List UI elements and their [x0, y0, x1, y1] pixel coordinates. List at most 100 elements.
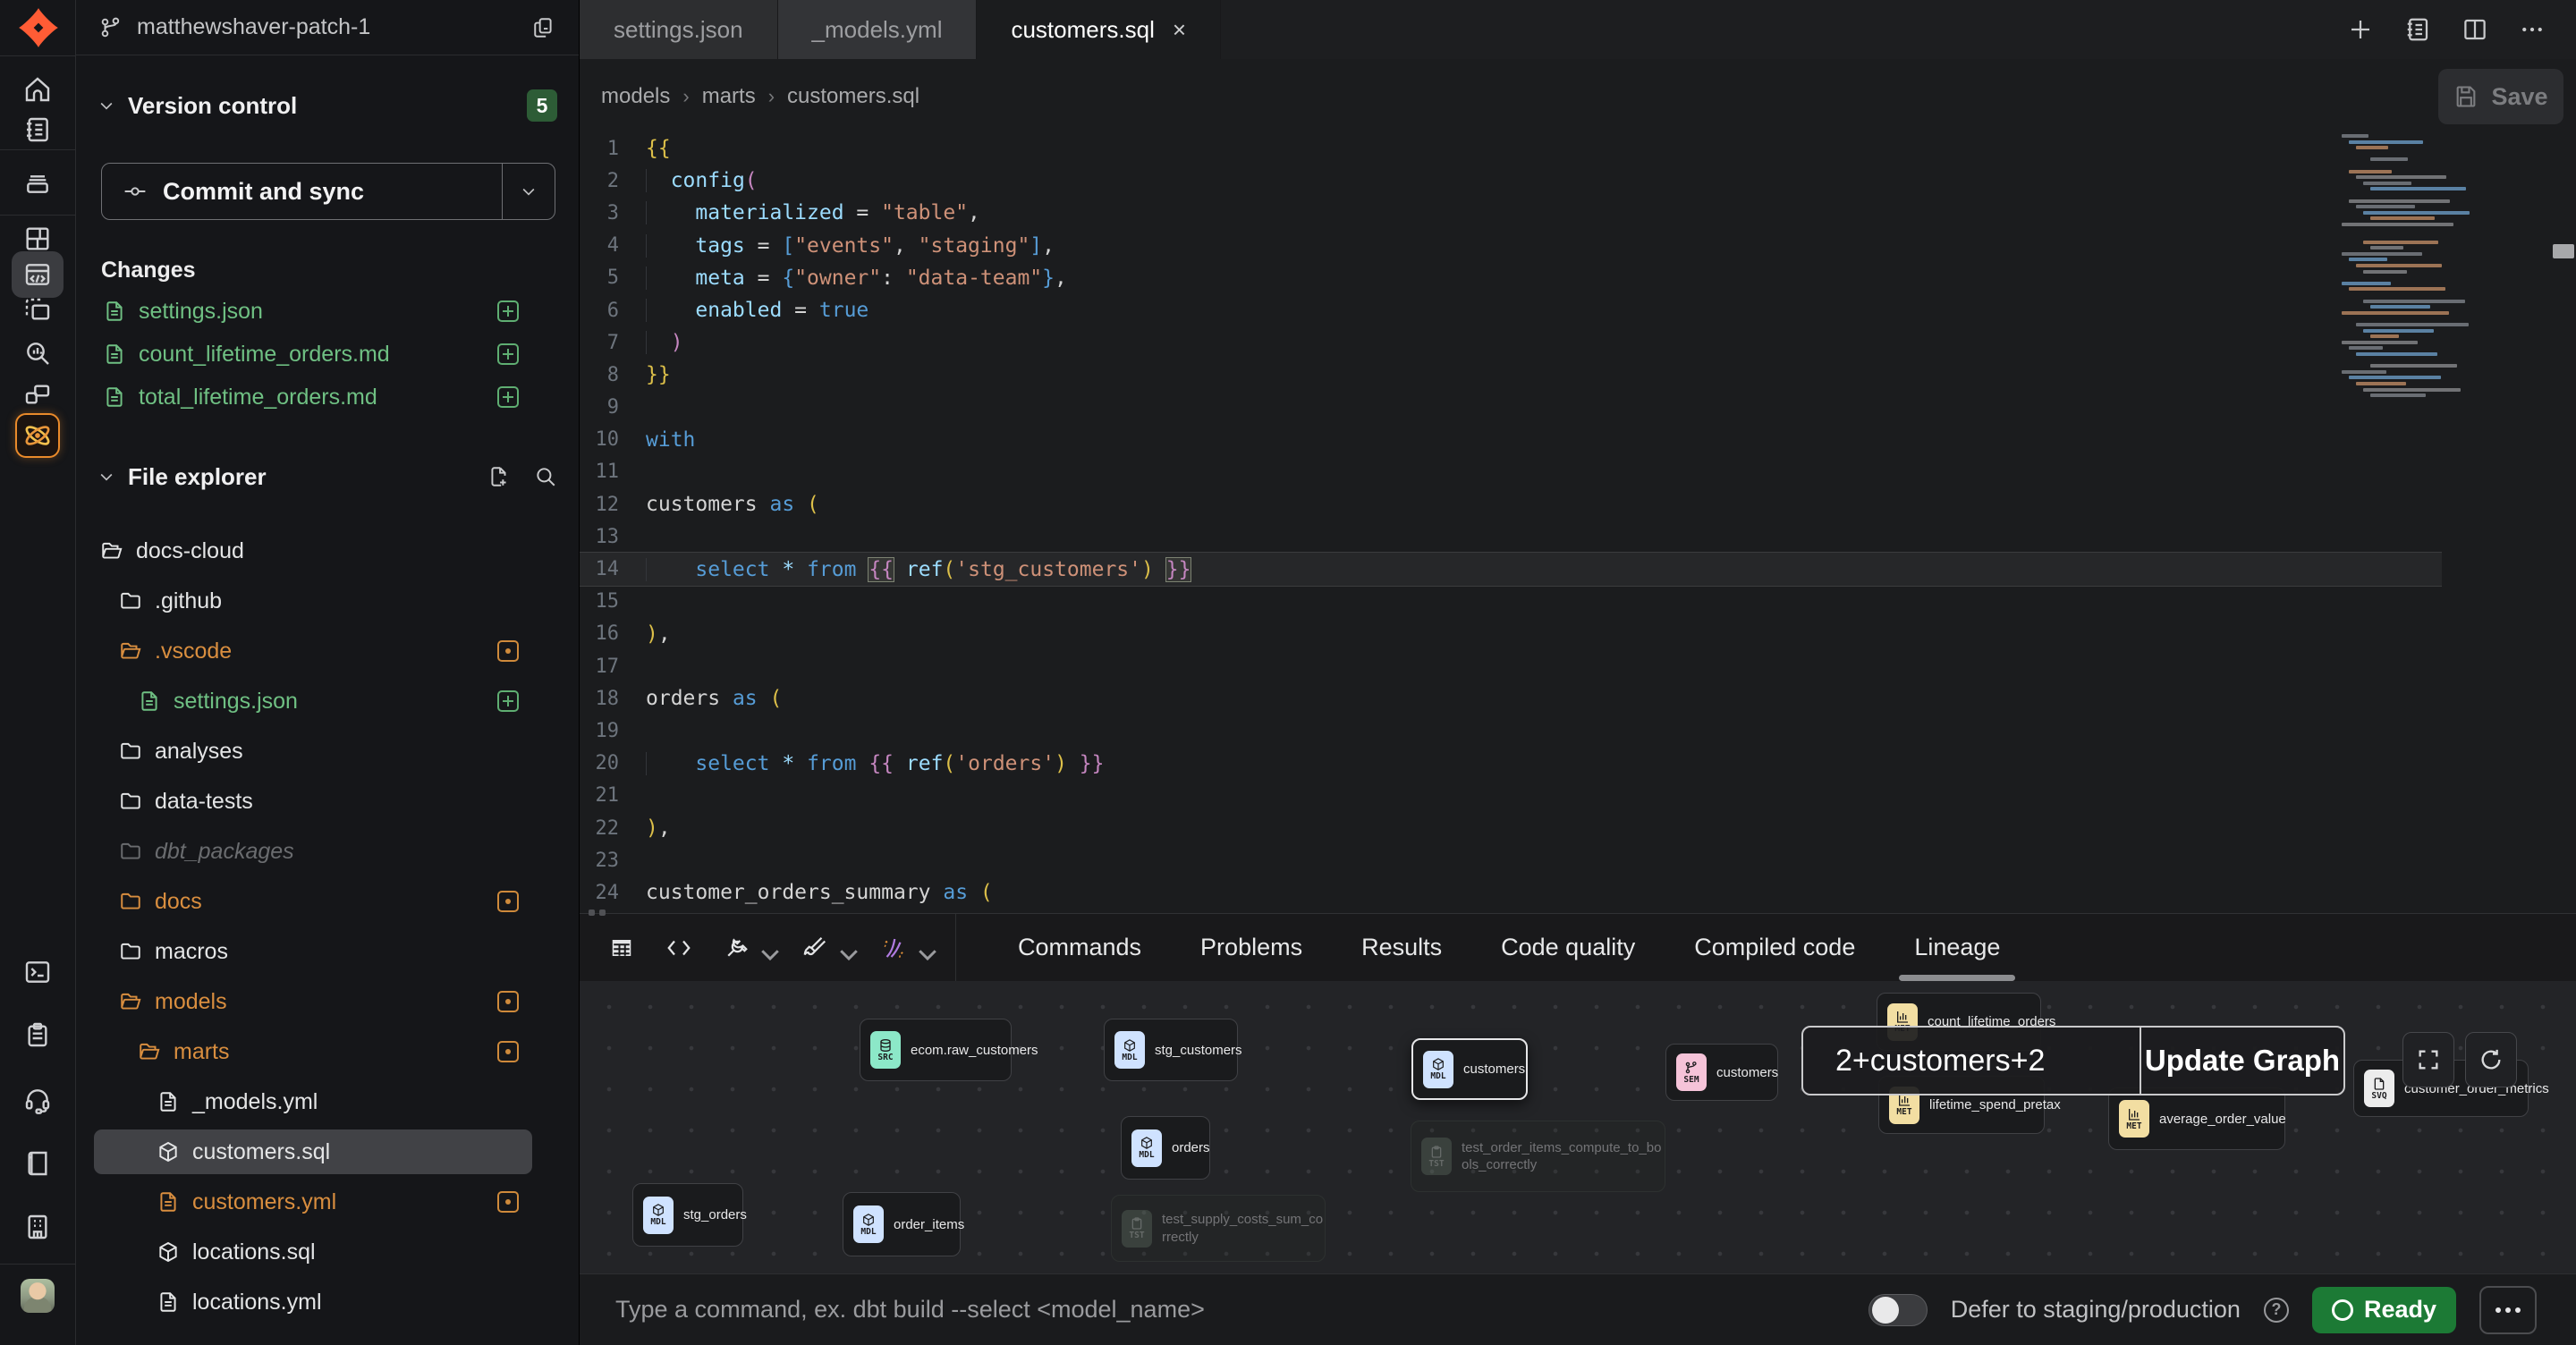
- code-line[interactable]: 14 select * from {{ ref('stg_customers')…: [580, 553, 2442, 585]
- clipboard-icon[interactable]: [23, 1020, 52, 1049]
- code-line[interactable]: 9: [580, 392, 2442, 424]
- code-line[interactable]: 18orders as (: [580, 682, 2442, 715]
- dbt-logo[interactable]: [0, 0, 76, 55]
- lineage-node-test-supply-costs-sum-correctly[interactable]: TSTtest_supply_costs_sum_correctly: [1111, 1195, 1326, 1262]
- lineage-selector-input[interactable]: 2+customers+2: [1803, 1044, 2140, 1079]
- tree-item--models-yml[interactable]: _models.yml: [76, 1077, 579, 1127]
- lineage-node-customers[interactable]: SEMcustomers: [1665, 1044, 1778, 1101]
- command-input[interactable]: Type a command, ex. dbt build --select <…: [615, 1296, 1868, 1324]
- version-control-header[interactable]: Version control 5: [76, 86, 579, 125]
- changed-file-row[interactable]: count_lifetime_orders.md: [76, 333, 579, 376]
- branch-row[interactable]: matthewshaver-patch-1: [76, 0, 579, 55]
- code-editor-icon[interactable]: [12, 251, 64, 298]
- defer-toggle[interactable]: [1868, 1294, 1928, 1326]
- lineage-node-stg-customers[interactable]: MDLstg_customers: [1104, 1019, 1238, 1081]
- panel-tab-lineage[interactable]: Lineage: [1885, 914, 2029, 981]
- code-line[interactable]: 7 ): [580, 326, 2442, 359]
- panel-tab-results[interactable]: Results: [1332, 914, 1471, 981]
- more-options-button[interactable]: [2479, 1286, 2537, 1334]
- tree-item-customers-yml[interactable]: customers.yml: [76, 1177, 579, 1227]
- lineage-node-ecom-raw-customers[interactable]: SRCecom.raw_customers: [860, 1019, 1012, 1081]
- panel-resize-grip[interactable]: [589, 909, 612, 917]
- canvas-icon[interactable]: [23, 296, 52, 325]
- search-icon[interactable]: [534, 465, 557, 488]
- panel-tab-code-quality[interactable]: Code quality: [1471, 914, 1665, 981]
- lineage-node-stg-orders[interactable]: MDLstg_orders: [632, 1183, 743, 1247]
- code-line[interactable]: 12customers as (: [580, 488, 2442, 520]
- breadcrumb-item[interactable]: marts: [702, 84, 756, 109]
- code-line[interactable]: 19: [580, 715, 2442, 747]
- help-icon[interactable]: ?: [2264, 1298, 2289, 1323]
- panel-tab-compiled-code[interactable]: Compiled code: [1665, 914, 1885, 981]
- tree-item--github[interactable]: .github: [76, 576, 579, 626]
- book-icon[interactable]: [23, 1149, 52, 1178]
- tree-item--vscode[interactable]: .vscode: [76, 626, 579, 676]
- headset-icon[interactable]: [23, 1086, 52, 1114]
- tree-item-data-tests[interactable]: data-tests: [76, 776, 579, 826]
- code-line[interactable]: 10with: [580, 424, 2442, 456]
- panel-tab-problems[interactable]: Problems: [1171, 914, 1332, 981]
- scrollbar-thumb[interactable]: [2553, 244, 2574, 258]
- code-line[interactable]: 22),: [580, 812, 2442, 844]
- status-badge[interactable]: Ready: [2312, 1287, 2456, 1333]
- code-line[interactable]: 13: [580, 520, 2442, 553]
- code-line[interactable]: 1{{: [580, 132, 2442, 165]
- commit-and-sync-button[interactable]: Commit and sync: [101, 163, 555, 220]
- tree-item-locations-yml[interactable]: locations.yml: [76, 1277, 579, 1327]
- refresh-button[interactable]: [2465, 1032, 2517, 1087]
- code-line[interactable]: 5 meta = {"owner": "data-team"},: [580, 262, 2442, 294]
- code-line[interactable]: 4 tags = ["events", "staging"],: [580, 230, 2442, 262]
- code-line[interactable]: 3 materialized = "table",: [580, 197, 2442, 229]
- format-brush-button[interactable]: [801, 935, 850, 961]
- code-line[interactable]: 24customer_orders_summary as (: [580, 876, 2442, 909]
- ai-wand-button[interactable]: [880, 935, 928, 961]
- tree-item-settings-json[interactable]: settings.json: [76, 676, 579, 726]
- lineage-node-average-order-value[interactable]: METaverage_order_value: [2108, 1087, 2285, 1150]
- building-icon[interactable]: [23, 1213, 52, 1241]
- tab-customers-sql[interactable]: customers.sql×: [977, 0, 1221, 59]
- code-line[interactable]: 15: [580, 586, 2442, 618]
- build-wrench-button[interactable]: [723, 935, 771, 961]
- home-icon[interactable]: [23, 75, 52, 104]
- lineage-node-customers[interactable]: MDLcustomers: [1411, 1038, 1528, 1100]
- notebook-icon[interactable]: [23, 115, 52, 144]
- tab--models-yml[interactable]: _models.yml: [778, 0, 978, 59]
- tree-item-macros[interactable]: macros: [76, 926, 579, 977]
- code-line[interactable]: 6 enabled = true: [580, 294, 2442, 326]
- file-explorer-header[interactable]: File explorer: [76, 457, 579, 496]
- minimap[interactable]: [2342, 134, 2476, 405]
- code-line[interactable]: 17: [580, 650, 2442, 682]
- changed-file-row[interactable]: total_lifetime_orders.md: [76, 376, 579, 419]
- tree-item-customers-sql[interactable]: customers.sql: [76, 1127, 579, 1177]
- tree-item-dbt-packages[interactable]: dbt_packages: [76, 826, 579, 876]
- copy-icon[interactable]: [532, 16, 555, 39]
- fullscreen-button[interactable]: [2402, 1032, 2454, 1087]
- changed-file-row[interactable]: settings.json: [76, 290, 579, 333]
- tree-item-marts[interactable]: marts: [76, 1027, 579, 1077]
- atom-icon[interactable]: [15, 413, 60, 458]
- code-line[interactable]: 23: [580, 844, 2442, 876]
- dashboard-grid-icon[interactable]: [23, 224, 52, 253]
- lineage-panel[interactable]: SRCecom.raw_customers MDLstg_customers MDL…: [580, 981, 2576, 1273]
- code-editor[interactable]: models›marts›customers.sql 1{{2 config(3…: [580, 59, 2576, 913]
- tab-settings-json[interactable]: settings.json: [580, 0, 778, 59]
- new-tab-plus-icon[interactable]: [2347, 16, 2374, 43]
- lineage-node-test-order-items-compute-to-bools-correctly[interactable]: TSTtest_order_items_compute_to_bools_cor…: [1411, 1121, 1665, 1192]
- open-files-icon[interactable]: [2404, 16, 2431, 43]
- results-table-icon[interactable]: [608, 935, 635, 961]
- code-line[interactable]: 2 config(: [580, 165, 2442, 197]
- save-button[interactable]: Save: [2438, 69, 2563, 124]
- new-file-icon[interactable]: [487, 465, 511, 488]
- tree-item-models[interactable]: models: [76, 977, 579, 1027]
- tree-item-locations-sql[interactable]: locations.sql: [76, 1227, 579, 1277]
- close-icon[interactable]: ×: [1173, 16, 1186, 44]
- overflow-menu-icon[interactable]: [2519, 16, 2546, 43]
- explore-search-icon[interactable]: [23, 339, 52, 368]
- code-tag-icon[interactable]: [665, 935, 692, 961]
- lineage-node-order-items[interactable]: MDLorder_items: [843, 1192, 961, 1256]
- code-line[interactable]: 8}}: [580, 359, 2442, 391]
- split-editor-icon[interactable]: [2462, 16, 2488, 43]
- code-line[interactable]: 11: [580, 456, 2442, 488]
- update-graph-button[interactable]: Update Graph: [2140, 1028, 2343, 1094]
- breadcrumb-item[interactable]: customers.sql: [787, 84, 919, 109]
